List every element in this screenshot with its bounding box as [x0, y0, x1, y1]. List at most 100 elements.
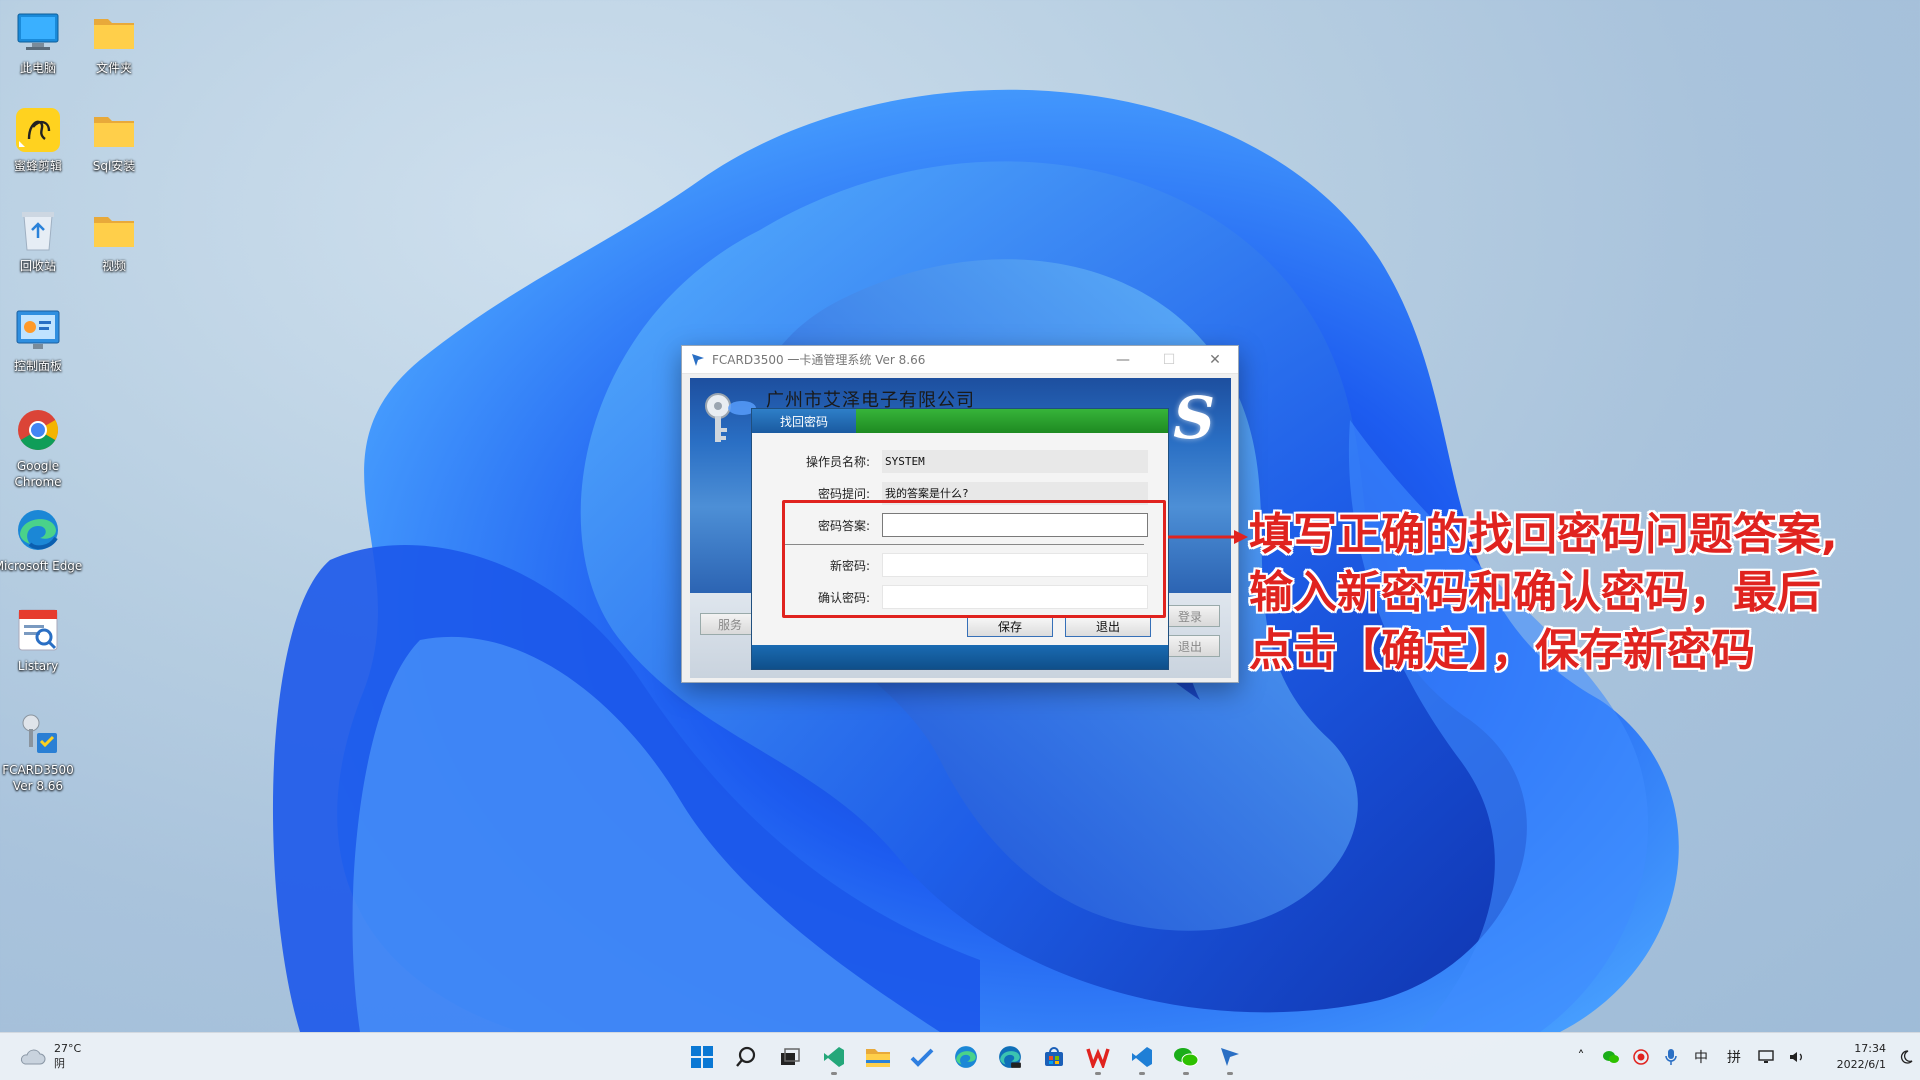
desktop-icon-label: FCARD3500 Ver 8.66 [2, 763, 74, 793]
desktop-icon-videos[interactable]: 视频 [69, 206, 159, 274]
file-explorer-icon [866, 1049, 890, 1067]
save-button[interactable]: 保存 [967, 616, 1053, 637]
taskbar-wps[interactable] [1076, 1037, 1120, 1077]
volume-icon [1790, 1052, 1802, 1062]
windows-logo-icon [691, 1046, 713, 1068]
search-icon [736, 1046, 756, 1067]
tray-volume[interactable] [1782, 1033, 1812, 1080]
desktop: 此电脑 文件夹 蜜蜂剪辑 Sql安装 回收站 视频 控制面板 Google Ch… [0, 0, 1920, 1032]
start-button[interactable] [680, 1037, 724, 1077]
wechat-icon [1174, 1048, 1199, 1067]
desktop-icon-listary[interactable]: Listary [0, 606, 83, 674]
chevron-up-icon: ˄ [1577, 1049, 1585, 1065]
taskbar-store[interactable] [1032, 1037, 1076, 1077]
moon-icon [1900, 1050, 1913, 1064]
annotation-text: 填写正确的找回密码问题答案, 输入新密码和确认密码，最后 点击【确定】，保存新密… [1249, 506, 1909, 680]
edge-icon [18, 510, 58, 550]
cloud-icon [20, 1049, 46, 1065]
ime-mode: 拼 [1727, 1050, 1741, 1066]
taskbar-clock[interactable]: 17:34 2022/6/1 [1812, 1041, 1892, 1073]
taskbar-todo[interactable] [900, 1037, 944, 1077]
fcard-app-icon [692, 353, 704, 366]
fcard-icon [1221, 1048, 1239, 1066]
folder-icon [94, 117, 134, 147]
dialog-header: 找回密码 [752, 409, 1168, 433]
clock-time: 17:34 [1854, 1042, 1886, 1055]
record-icon [1633, 1049, 1649, 1065]
tray-network[interactable] [1752, 1033, 1782, 1080]
brand-logo: S [1173, 384, 1215, 452]
window-title: FCARD3500 一卡通管理系统 Ver 8.66 [712, 353, 926, 367]
save-button-label: 保存 [997, 620, 1022, 634]
desktop-icon-sql-setup[interactable]: Sql安装 [69, 106, 159, 174]
listary-icon [18, 609, 58, 651]
ime-language: 中 [1694, 1050, 1708, 1066]
desktop-icon-label: Listary [17, 659, 59, 673]
wps-icon [1086, 1048, 1110, 1068]
desktop-icon-chrome[interactable]: Google Chrome [0, 406, 83, 490]
exit-main-button[interactable]: 退出 [1160, 635, 1220, 657]
taskbar-edge-dev[interactable] [988, 1037, 1032, 1077]
wechat-tray-icon [1603, 1051, 1619, 1063]
microphone-icon [1665, 1049, 1677, 1065]
task-view-icon [781, 1048, 800, 1065]
taskbar-wechat[interactable] [1164, 1037, 1208, 1077]
ime-mode-button[interactable]: 拼 [1716, 1033, 1752, 1080]
chrome-icon [18, 410, 58, 450]
annotation-line-3: 点击【确定】，保存新密码 [1249, 625, 1755, 676]
system-tray: ˄ 中 拼 17:34 2022/6/1 [1566, 1033, 1920, 1080]
desktop-icon-label: 视频 [101, 259, 126, 273]
operator-value: SYSTEM [882, 449, 1148, 473]
window-titlebar[interactable]: FCARD3500 一卡通管理系统 Ver 8.66 — ☐ ✕ [682, 346, 1238, 374]
desktop-icon-label: Microsoft Edge [0, 559, 83, 573]
desktop-icon-label: Google Chrome [14, 459, 62, 489]
tray-microphone[interactable] [1656, 1033, 1686, 1080]
tray-wechat[interactable] [1596, 1033, 1626, 1080]
notifications-button[interactable] [1892, 1033, 1920, 1080]
desktop-icon-label: Sql安装 [92, 159, 136, 173]
tray-recorder[interactable] [1626, 1033, 1656, 1080]
maximize-button[interactable]: ☐ [1146, 346, 1192, 374]
taskbar-file-explorer[interactable] [856, 1037, 900, 1077]
bee-video-icon [16, 108, 60, 152]
taskbar-vscode-insiders[interactable] [812, 1037, 856, 1077]
annotation-arrow [1168, 530, 1248, 544]
search-button[interactable] [724, 1037, 768, 1077]
close-button[interactable]: ✕ [1192, 346, 1238, 374]
close-icon: ✕ [1209, 352, 1221, 368]
annotation-line-2: 输入新密码和确认密码，最后 [1249, 567, 1821, 618]
key-icon [705, 393, 756, 442]
task-view-button[interactable] [768, 1037, 812, 1077]
desktop-icon-fcard3500[interactable]: FCARD3500 Ver 8.66 [0, 710, 83, 794]
maximize-icon: ☐ [1162, 352, 1176, 368]
login-button-label: 登录 [1177, 609, 1202, 624]
fcard-icon [22, 714, 57, 753]
desktop-icon-label: 蜜蜂剪辑 [13, 159, 62, 173]
desktop-icon-label: 文件夹 [95, 61, 132, 75]
weather-widget[interactable]: 27°C 阴 [18, 1041, 81, 1071]
edge-icon [955, 1046, 977, 1068]
exit-button[interactable]: 退出 [1065, 616, 1151, 637]
monitor-icon [17, 13, 59, 50]
taskbar-vscode[interactable] [1120, 1037, 1164, 1077]
taskbar: 27°C 阴 ˄ 中 拼 17:34 2022/6/1 [0, 1032, 1920, 1080]
operator-label: 操作员名称: [805, 454, 870, 469]
taskbar-edge[interactable] [944, 1037, 988, 1077]
ime-language-button[interactable]: 中 [1686, 1033, 1716, 1080]
minimize-button[interactable]: — [1100, 346, 1146, 374]
desktop-icon-folder[interactable]: 文件夹 [69, 8, 159, 76]
edge-dev-icon [999, 1046, 1021, 1068]
desktop-icon-control-panel[interactable]: 控制面板 [0, 306, 83, 374]
taskbar-apps [680, 1037, 1252, 1077]
todo-check-icon [910, 1048, 934, 1067]
show-hidden-icons-button[interactable]: ˄ [1566, 1033, 1596, 1080]
weather-temp: 27°C [54, 1042, 82, 1055]
store-icon [1045, 1047, 1063, 1066]
desktop-icon-edge[interactable]: Microsoft Edge [0, 506, 83, 574]
annotation-line-1: 填写正确的找回密码问题答案, [1249, 509, 1838, 560]
service-button-label: 服务 [717, 617, 742, 632]
exit-main-button-label: 退出 [1177, 639, 1202, 654]
recycle-bin-icon [22, 212, 54, 251]
taskbar-fcard[interactable] [1208, 1037, 1252, 1077]
annotation-highlight-box [782, 500, 1166, 618]
